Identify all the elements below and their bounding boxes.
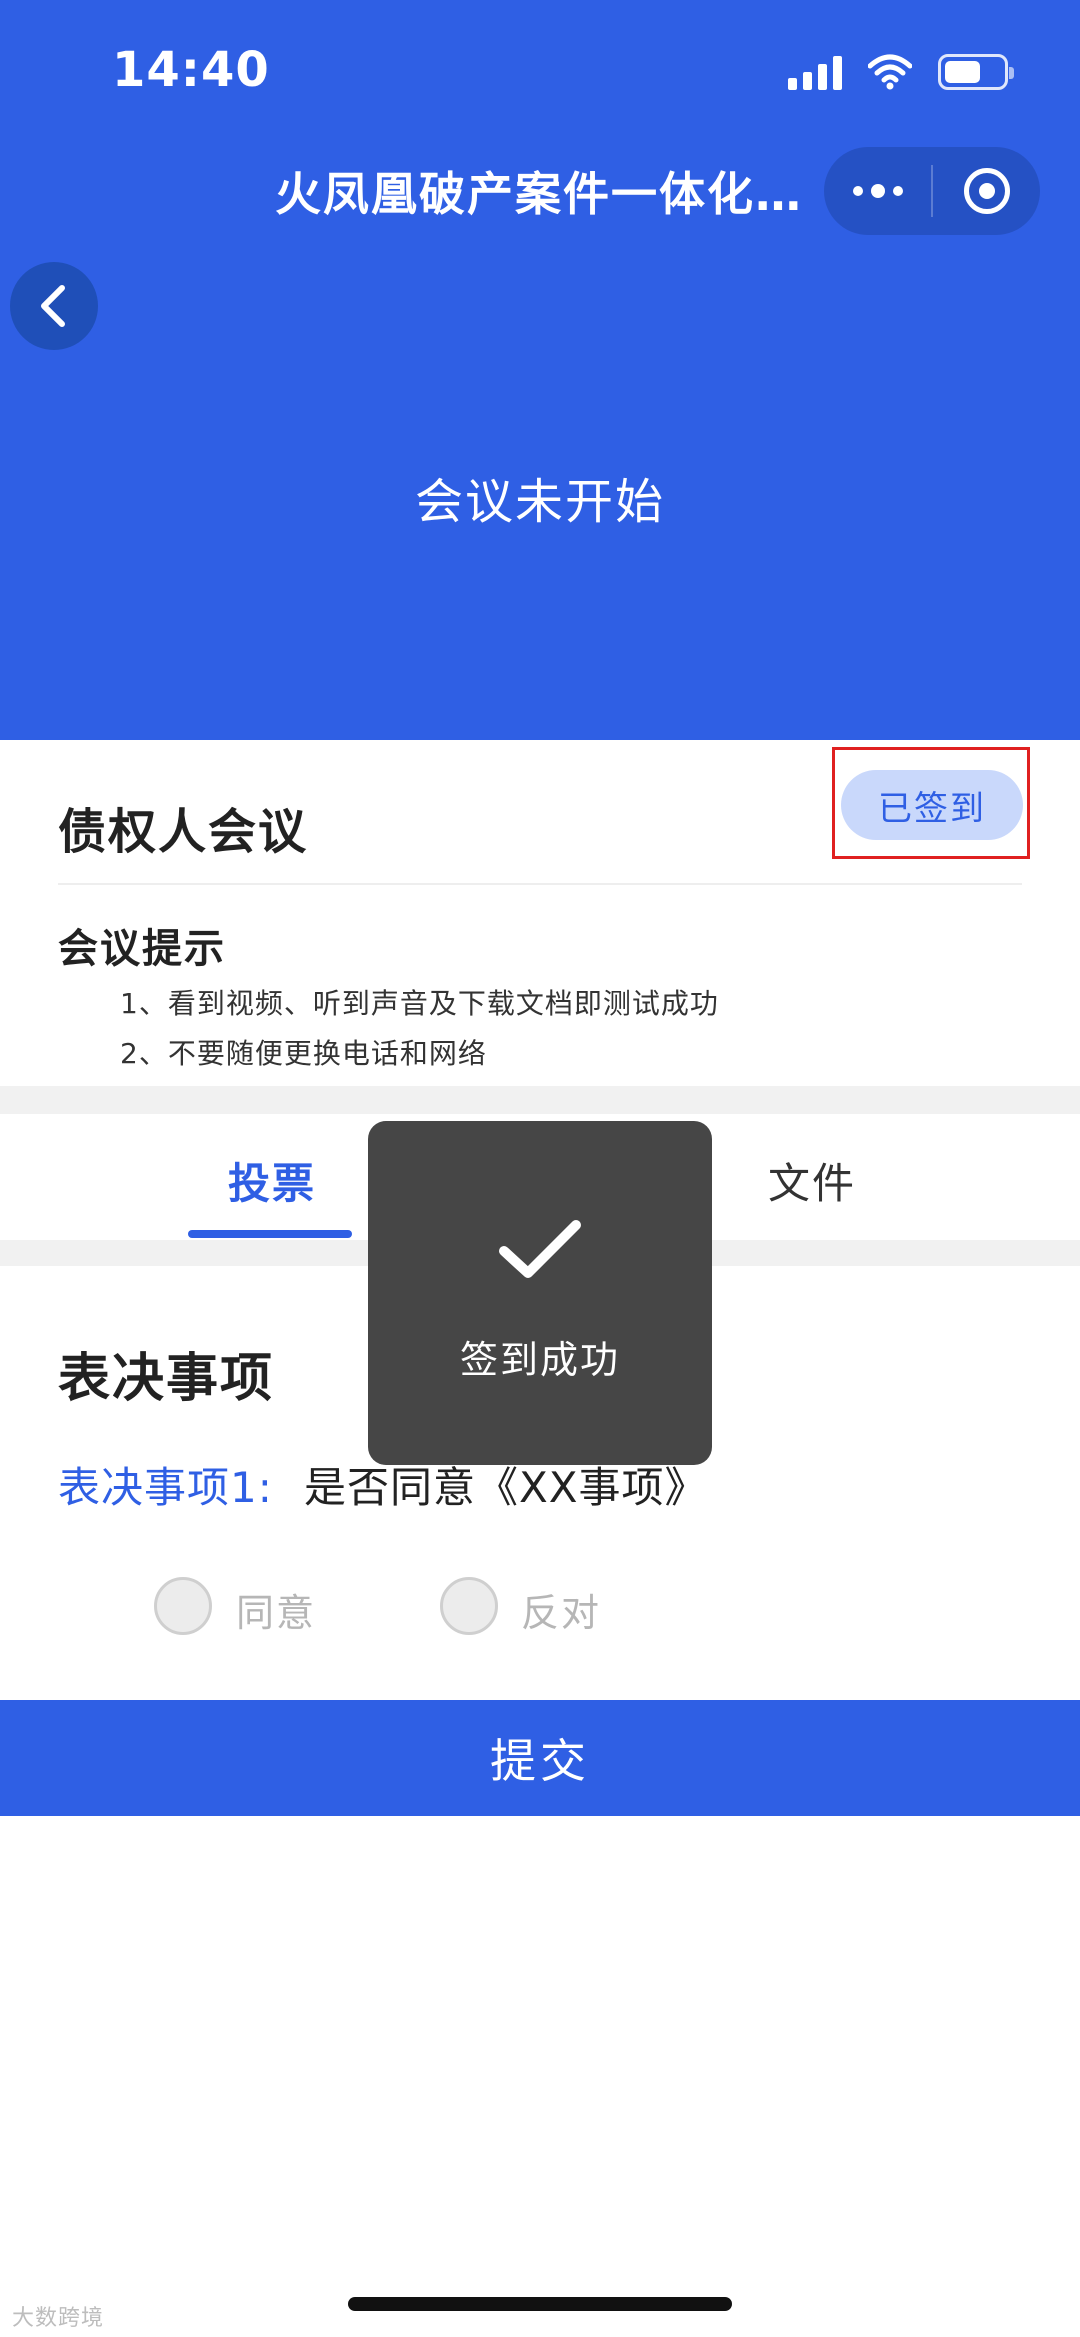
more-button[interactable] [824, 147, 931, 235]
more-dots-icon [852, 184, 903, 198]
chevron-left-icon [41, 285, 65, 327]
voting-item-label: 表决事项1: [58, 1463, 273, 1512]
divider [58, 883, 1022, 885]
video-status-text: 会议未开始 [414, 474, 665, 530]
radio-agree[interactable] [154, 1577, 212, 1635]
active-tab-indicator [188, 1230, 352, 1238]
tip-item: 1、看到视频、听到声音及下载文档即测试成功 [120, 987, 719, 1020]
status-icons [788, 50, 1014, 94]
radio-oppose[interactable] [440, 1577, 498, 1635]
close-miniprogram-button[interactable] [933, 147, 1040, 235]
submit-button[interactable]: 提交 [0, 1700, 1080, 1816]
success-toast: 签到成功 [368, 1121, 712, 1465]
radio-agree-label[interactable]: 同意 [236, 1582, 316, 1637]
toast-message: 签到成功 [459, 1338, 620, 1382]
section-gap [0, 1086, 1080, 1114]
nav-title: 火凤凰破产案件一体化… [275, 167, 803, 221]
meeting-title: 债权人会议 [58, 804, 309, 860]
miniprogram-capsule [824, 147, 1040, 235]
back-button[interactable] [10, 262, 98, 350]
status-time: 14:40 [112, 42, 270, 98]
tab-files[interactable]: 文件 [768, 1150, 856, 1211]
meeting-card: 债权人会议 已签到 会议提示 1、看到视频、听到声音及下载文档即测试成功 2、不… [0, 740, 1080, 1086]
tab-vote[interactable]: 投票 [228, 1150, 316, 1211]
cellular-signal-icon [788, 54, 842, 90]
home-indicator[interactable] [348, 2297, 732, 2311]
watermark: 大数跨境 [12, 2306, 105, 2331]
signed-in-button[interactable]: 已签到 [841, 770, 1023, 840]
wifi-icon [868, 54, 912, 90]
video-area: 14:40 火凤凰破产案件一体化… 会议未开始 [0, 0, 1080, 740]
checkmark-icon [499, 1220, 581, 1278]
battery-icon [938, 54, 1014, 90]
tips-title: 会议提示 [58, 926, 226, 972]
radio-oppose-label[interactable]: 反对 [521, 1582, 601, 1637]
signed-highlight-box: 已签到 [832, 747, 1030, 859]
target-icon [963, 168, 1010, 214]
tip-item: 2、不要随便更换电话和网络 [120, 1037, 487, 1070]
voting-heading: 表决事项 [58, 1349, 275, 1409]
